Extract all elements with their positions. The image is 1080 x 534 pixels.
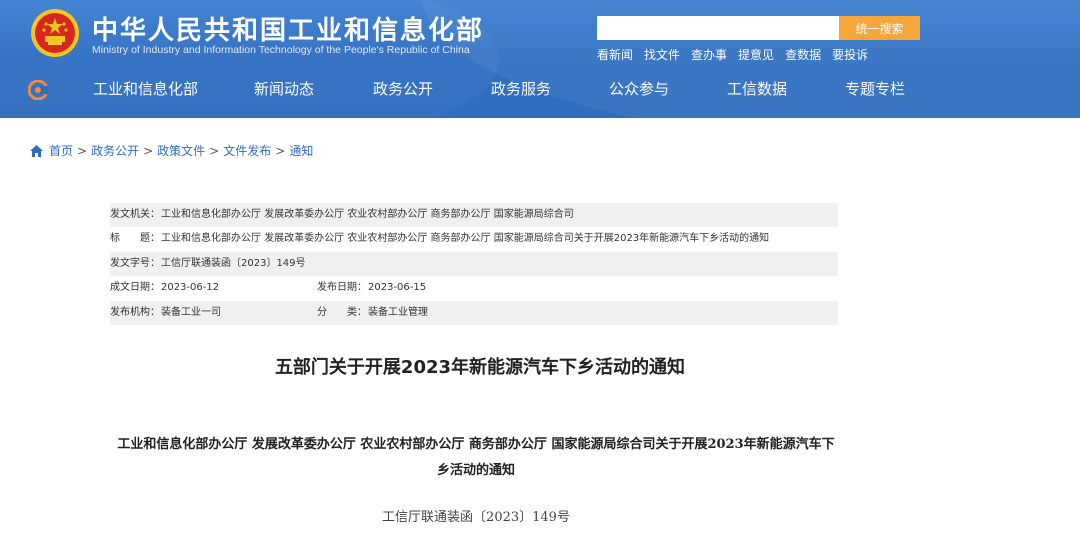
breadcrumb-notice[interactable]: 通知 (289, 142, 313, 159)
site-title[interactable]: 中华人民共和国工业和信息化部 (92, 10, 484, 47)
meta-label: 发文字号： (110, 257, 160, 269)
quick-link-services[interactable]: 查办事 (691, 46, 727, 63)
nav-item-news[interactable]: 新闻动态 (254, 78, 314, 99)
meta-row-title: 标 题： 工业和信息化部办公厅 发展改革委办公厅 农业农村部办公厅 商务部办公厅… (110, 227, 838, 251)
meta-value: 2023-06-12 (161, 282, 220, 294)
meta-value: 工业和信息化部办公厅 发展改革委办公厅 农业农村部办公厅 商务部办公厅 国家能源… (161, 233, 770, 245)
nav-item-gov-affairs[interactable]: 政务公开 (373, 78, 433, 99)
home-icon (30, 144, 43, 157)
quick-link-data[interactable]: 查数据 (785, 46, 821, 63)
meta-value: 工业和信息化部办公厅 发展改革委办公厅 农业农村部办公厅 商务部办公厅 国家能源… (161, 209, 574, 220)
article-heading-line: 工业和信息化部办公厅 发展改革委办公厅 农业农村部办公厅 商务部办公厅 国家能源… (117, 437, 835, 452)
nav-item-gov-services[interactable]: 政务服务 (491, 78, 551, 99)
meta-label: 发布机构： (110, 306, 160, 318)
breadcrumb-gov-affairs[interactable]: 政务公开 (91, 142, 139, 159)
breadcrumb-separator: > (143, 143, 154, 158)
quick-link-files[interactable]: 找文件 (644, 46, 680, 63)
breadcrumb-home[interactable]: 首页 (49, 142, 73, 159)
nav-item-data[interactable]: 工信数据 (727, 78, 787, 99)
document-meta-table: 发文机关： 工业和信息化部办公厅 发展改革委办公厅 农业农村部办公厅 商务部办公… (110, 203, 838, 325)
breadcrumb-separator: > (275, 143, 286, 158)
meta-row-dates: 成文日期： 2023-06-12 发布日期： 2023-06-15 (110, 276, 838, 300)
meta-label: 发文机关： (110, 209, 160, 220)
meta-value: 工信厅联通装函〔2023〕149号 (161, 257, 306, 269)
meta-value: 装备工业一司 (161, 306, 221, 318)
breadcrumb-separator: > (77, 143, 88, 158)
nav-item-public[interactable]: 公众参与 (609, 78, 669, 99)
breadcrumb-policy-files[interactable]: 政策文件 (157, 142, 205, 159)
quick-links: 看新闻 找文件 查办事 提意见 查数据 要投诉 (597, 46, 868, 63)
breadcrumb-file-release[interactable]: 文件发布 (223, 142, 271, 159)
article-title: 五部门关于开展2023年新能源汽车下乡活动的通知 (274, 357, 686, 378)
quick-link-feedback[interactable]: 提意见 (738, 46, 774, 63)
site-header: 中华人民共和国工业和信息化部 Ministry of Industry and … (0, 0, 1080, 118)
breadcrumb-separator: > (209, 143, 220, 158)
meta-label: 发布日期： (317, 282, 367, 294)
search-input[interactable] (597, 16, 839, 40)
meta-value: 2023-06-15 (368, 282, 427, 294)
nav-item-topics[interactable]: 专题专栏 (845, 78, 905, 99)
article-doc-number: 工信厅联通装函〔2023〕149号 (382, 510, 570, 525)
nav-item-miit[interactable]: 工业和信息化部 (93, 78, 198, 99)
meta-label: 分 类： (317, 306, 367, 318)
quick-link-news[interactable]: 看新闻 (597, 46, 633, 63)
quick-link-complaint[interactable]: 要投诉 (832, 46, 868, 63)
breadcrumb: 首页 > 政务公开 > 政策文件 > 文件发布 > 通知 (30, 142, 313, 159)
main-nav: 工业和信息化部 新闻动态 政务公开 政务服务 公众参与 工信数据 专题专栏 (0, 78, 1080, 104)
meta-label: 成文日期： (110, 282, 160, 294)
national-emblem-icon[interactable] (30, 8, 80, 58)
meta-row-issuer: 发文机关： 工业和信息化部办公厅 发展改革委办公厅 农业农村部办公厅 商务部办公… (110, 203, 838, 228)
article-body-heading: 工业和信息化部办公厅 发展改革委办公厅 农业农村部办公厅 商务部办公厅 国家能源… (108, 432, 844, 484)
search-button[interactable]: 统一搜索 (839, 16, 920, 40)
site-subtitle: Ministry of Industry and Information Tec… (92, 44, 470, 56)
article-heading-line: 乡活动的通知 (436, 463, 515, 478)
meta-value: 装备工业管理 (368, 306, 428, 318)
meta-row-org: 发布机构： 装备工业一司 分 类： 装备工业管理 (110, 300, 838, 325)
meta-label: 标 题： (110, 233, 160, 245)
meta-row-doc-no: 发文字号： 工信厅联通装函〔2023〕149号 (110, 251, 838, 277)
